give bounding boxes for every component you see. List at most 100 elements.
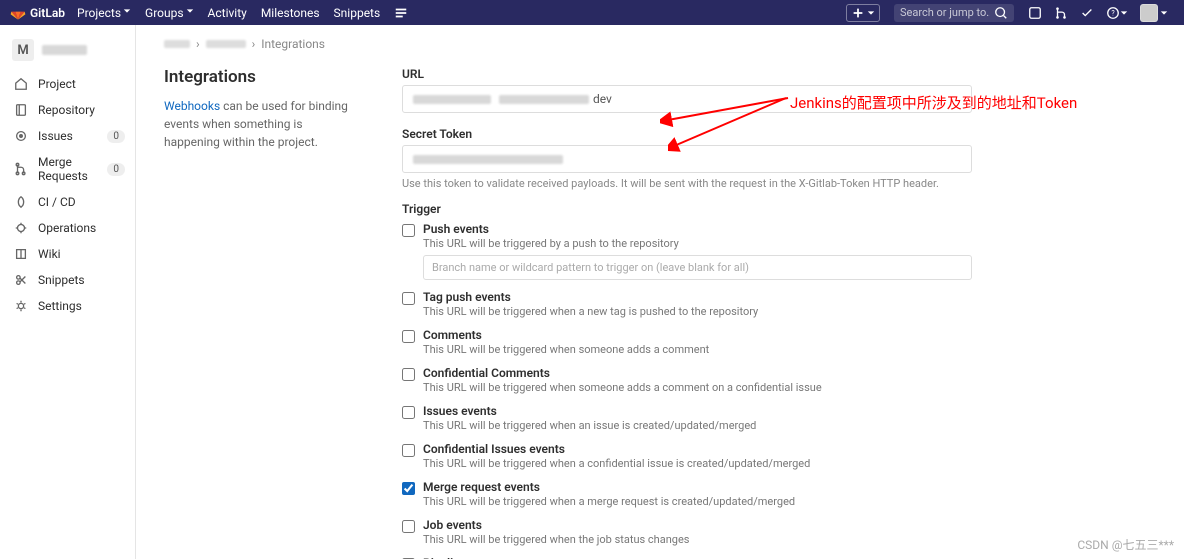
top-navbar: GitLab Projects Groups Activity Milestones S… xyxy=(0,0,1184,25)
sidebar-settings[interactable]: Settings xyxy=(0,293,135,319)
sidebar-operations[interactable]: Operations xyxy=(0,215,135,241)
count-badge: 0 xyxy=(107,163,125,176)
trigger-title: Job events xyxy=(423,518,972,532)
webhooks-link[interactable]: Webhooks xyxy=(164,99,220,113)
svg-text:?: ? xyxy=(1111,9,1115,17)
main-content: › › Integrations Integrations Webhooks c… xyxy=(136,25,1184,559)
sidebar-item-label: Issues xyxy=(38,129,73,143)
trigger-row: Job eventsThis URL will be triggered whe… xyxy=(402,518,972,546)
help-icon[interactable]: ? xyxy=(1106,6,1128,20)
sidebar-item-label: Snippets xyxy=(38,273,85,287)
search-input[interactable] xyxy=(900,6,990,19)
nav-groups[interactable]: Groups xyxy=(145,4,194,21)
trigger-desc: This URL will be triggered when an issue… xyxy=(423,419,972,432)
trigger-title: Confidential Issues events xyxy=(423,442,972,456)
sidebar-merge-requests[interactable]: Merge Requests0 xyxy=(0,149,135,189)
trigger-heading: Trigger xyxy=(402,202,972,216)
sidebar-wiki[interactable]: Wiki xyxy=(0,241,135,267)
token-input[interactable] xyxy=(402,145,972,173)
trigger-checkbox[interactable] xyxy=(402,330,415,343)
sidebar-snippets[interactable]: Snippets xyxy=(0,267,135,293)
trigger-desc: This URL will be triggered when someone … xyxy=(423,381,972,394)
sidebar-item-label: Settings xyxy=(38,299,82,313)
trigger-checkbox[interactable] xyxy=(402,444,415,457)
ops-icon xyxy=(14,221,28,235)
new-dropdown[interactable] xyxy=(846,4,880,22)
todos-icon[interactable] xyxy=(1080,6,1094,20)
trigger-title: Comments xyxy=(423,328,972,342)
trigger-checkbox[interactable] xyxy=(402,482,415,495)
issues-icon xyxy=(14,129,28,143)
trigger-checkbox[interactable] xyxy=(402,292,415,305)
sidebar-repository[interactable]: Repository xyxy=(0,97,135,123)
page-title: Integrations xyxy=(164,67,354,87)
trigger-desc: This URL will be triggered by a push to … xyxy=(423,237,972,250)
sidebar-item-label: Project xyxy=(38,77,76,91)
trigger-desc: This URL will be triggered when a merge … xyxy=(423,495,972,508)
trigger-row: Confidential Issues eventsThis URL will … xyxy=(402,442,972,470)
project-header[interactable]: M xyxy=(0,33,135,71)
breadcrumb: › › Integrations xyxy=(164,37,1156,51)
gitlab-logo[interactable]: GitLab xyxy=(10,5,65,21)
trigger-title: Push events xyxy=(423,222,972,236)
token-label: Secret Token xyxy=(402,127,972,141)
home-icon xyxy=(14,77,28,91)
sidebar-item-label: Repository xyxy=(38,103,95,117)
search-box[interactable] xyxy=(894,4,1014,22)
user-menu[interactable] xyxy=(1140,4,1168,22)
trigger-checkbox[interactable] xyxy=(402,368,415,381)
repo-icon xyxy=(14,103,28,117)
project-avatar: M xyxy=(12,39,34,61)
sidebar-item-label: Operations xyxy=(38,221,96,235)
rocket-icon xyxy=(14,195,28,209)
trigger-title: Tag push events xyxy=(423,290,972,304)
trigger-row: Issues eventsThis URL will be triggered … xyxy=(402,404,972,432)
trigger-checkbox[interactable] xyxy=(402,406,415,419)
gitlab-icon xyxy=(10,5,26,21)
trigger-row: Confidential CommentsThis URL will be tr… xyxy=(402,366,972,394)
nav-more-icon[interactable] xyxy=(394,6,408,20)
scissors-icon xyxy=(14,273,28,287)
trigger-desc: This URL will be triggered when the job … xyxy=(423,533,972,546)
book-icon xyxy=(14,247,28,261)
sidebar-project[interactable]: Project xyxy=(0,71,135,97)
trigger-row: Push eventsThis URL will be triggered by… xyxy=(402,222,972,280)
trigger-desc: This URL will be triggered when a new ta… xyxy=(423,305,972,318)
brand-text: GitLab xyxy=(30,6,65,20)
avatar xyxy=(1140,4,1158,22)
url-input[interactable]: dev xyxy=(402,85,972,113)
sidebar-item-label: Wiki xyxy=(38,247,61,261)
trigger-title: Confidential Comments xyxy=(423,366,972,380)
nav-activity[interactable]: Activity xyxy=(208,6,247,20)
merge-requests-icon[interactable] xyxy=(1054,6,1068,20)
trigger-checkbox[interactable] xyxy=(402,520,415,533)
nav-snippets[interactable]: Snippets xyxy=(334,6,381,20)
trigger-title: Issues events xyxy=(423,404,972,418)
trigger-title: Merge request events xyxy=(423,480,972,494)
url-label: URL xyxy=(402,67,972,81)
trigger-row: Merge request eventsThis URL will be tri… xyxy=(402,480,972,508)
sidebar-cicd[interactable]: CI / CD xyxy=(0,189,135,215)
nav-milestones[interactable]: Milestones xyxy=(261,6,320,20)
sidebar: M ProjectRepositoryIssues0Merge Requests… xyxy=(0,25,136,559)
breadcrumb-item-redacted[interactable] xyxy=(164,40,190,48)
branch-filter-input[interactable] xyxy=(423,255,972,280)
merge-icon xyxy=(14,162,28,176)
trigger-checkbox[interactable] xyxy=(402,224,415,237)
watermark: CSDN @七五三*** xyxy=(1077,536,1174,553)
breadcrumb-item-redacted[interactable] xyxy=(206,40,246,48)
trigger-row: CommentsThis URL will be triggered when … xyxy=(402,328,972,356)
nav-projects[interactable]: Projects xyxy=(77,4,131,21)
token-help-text: Use this token to validate received payl… xyxy=(402,177,972,190)
breadcrumb-current: Integrations xyxy=(261,37,325,51)
count-badge: 0 xyxy=(107,130,125,143)
project-name-redacted xyxy=(42,45,87,55)
search-icon xyxy=(994,6,1008,20)
sidebar-item-label: CI / CD xyxy=(38,195,76,209)
issues-icon[interactable] xyxy=(1028,6,1042,20)
sidebar-issues[interactable]: Issues 0 xyxy=(0,123,135,149)
gear-icon xyxy=(14,299,28,313)
trigger-desc: This URL will be triggered when a confid… xyxy=(423,457,972,470)
trigger-desc: This URL will be triggered when someone … xyxy=(423,343,972,356)
trigger-row: Tag push eventsThis URL will be triggere… xyxy=(402,290,972,318)
